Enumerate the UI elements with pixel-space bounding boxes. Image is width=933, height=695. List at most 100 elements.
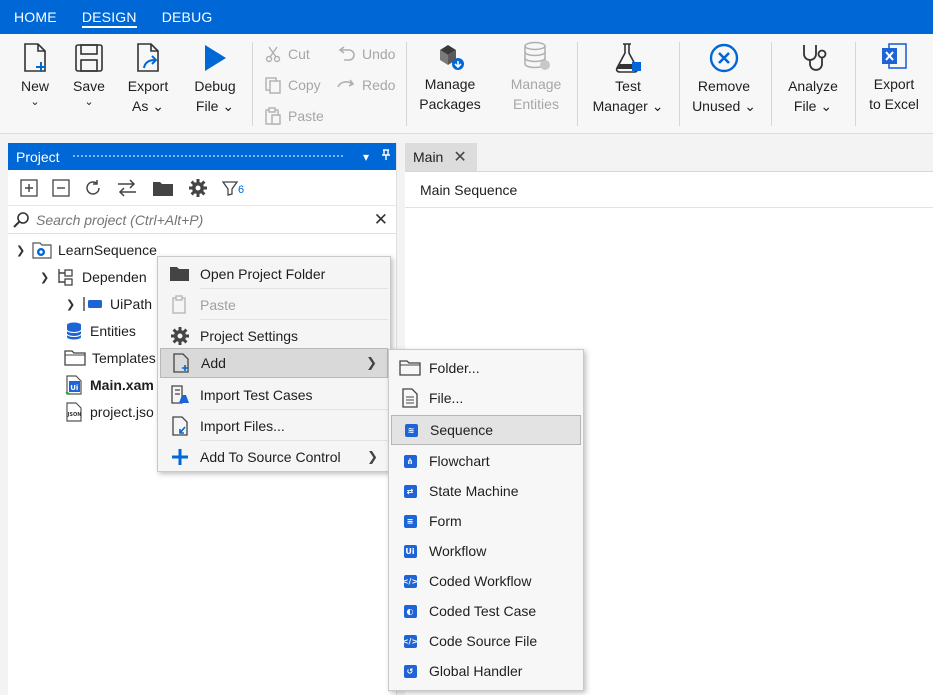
menu-item-project-settings[interactable]: Project Settings [160,321,388,351]
chevron-down-icon[interactable]: ❯ [40,271,56,284]
coded-test-icon: ◐ [391,604,429,618]
folder-icon [391,360,429,376]
refresh-icon[interactable] [84,179,102,197]
submenu-item-state-machine[interactable]: ⇄ State Machine [391,476,581,506]
import-test-icon [160,385,200,405]
ribbon-separator [406,42,407,126]
export-as-button[interactable]: Export As ⌄ [122,40,174,116]
menu-item-open-project-folder[interactable]: Open Project Folder [160,259,388,289]
submenu-item-coded-test-case[interactable]: ◐ Coded Test Case [391,596,581,626]
menu-item-add[interactable]: Add ❯ [160,348,388,378]
tree-node-entities[interactable]: Entities [48,320,136,342]
clipboard-icon [160,295,200,315]
tree-node-templates[interactable]: Templates [48,347,156,369]
undo-icon [338,46,355,61]
svg-text:Ui: Ui [70,384,78,392]
export-icon [122,40,174,76]
copy-button[interactable]: Copy [264,74,321,96]
chevron-right-icon: ❯ [367,449,378,464]
analyze-file-button[interactable]: Analyze File ⌄ [780,40,846,116]
new-button[interactable]: New ⌄ [14,40,56,108]
submenu-item-workflow[interactable]: Ui Workflow [391,536,581,566]
tree-node-project-json[interactable]: JSON project.jso [48,401,154,423]
expand-all-icon[interactable] [20,178,38,197]
dependencies-icon [58,269,73,286]
package-icon [83,297,102,311]
manage-packages-button[interactable]: Manage Packages [416,38,484,114]
database-icon [66,322,82,340]
sync-icon[interactable] [116,178,138,197]
save-button[interactable]: Save ⌄ [68,40,110,108]
panel-title: Project [16,148,60,165]
paste-button[interactable]: Paste [264,105,324,127]
tree-node-root[interactable]: ❯ LearnSequence [16,239,157,261]
filter-button[interactable]: 6 [222,180,244,196]
remove-unused-button[interactable]: Remove Unused ⌄ [690,40,758,116]
add-file-icon [161,353,201,373]
chevron-down-icon[interactable]: ▾ [356,150,376,164]
tree-node-dependencies[interactable]: ❯ Dependen [40,266,147,288]
import-file-icon [160,416,200,436]
database-icon [502,38,570,74]
close-icon[interactable]: ✕ [374,210,388,230]
ribbon-separator [679,42,680,126]
menu-item-import-test-cases[interactable]: Import Test Cases [160,380,388,410]
save-icon [68,40,110,76]
manage-entities-button[interactable]: Manage Entities [502,38,570,114]
tab-main[interactable]: Main ✕ [405,143,477,171]
tab-home[interactable]: HOME [14,0,57,34]
filter-count: 6 [238,183,245,196]
submenu-item-file[interactable]: File... [391,383,581,413]
submenu-item-folder[interactable]: Folder... [391,353,581,383]
ribbon-separator [252,42,253,126]
debug-file-button[interactable]: Debug File ⌄ [188,40,242,116]
ribbon-separator [577,42,578,126]
folder-icon[interactable] [152,179,174,197]
filter-icon [222,180,238,196]
workflow-file-icon: Ui [65,375,82,395]
search-input[interactable] [36,211,374,228]
submenu-item-coded-workflow[interactable]: </> Coded Workflow [391,566,581,596]
collapse-all-icon[interactable] [52,178,70,197]
export-to-excel-button[interactable]: Export to Excel [862,38,926,114]
folder-open-icon [160,266,200,282]
code-icon: </> [401,574,419,588]
excel-icon [862,38,926,74]
packages-icon [416,38,484,74]
pin-icon[interactable] [376,149,396,164]
submenu-item-form[interactable]: ≡ Form [391,506,581,536]
menu-item-import-files[interactable]: Import Files... [160,411,388,441]
close-icon[interactable]: ✕ [453,147,466,167]
scissors-icon [265,46,281,63]
panel-drag-handle[interactable] [71,154,344,159]
ribbon: New ⌄ Save ⌄ Export As ⌄ Debug File ⌄ Cu… [0,34,933,134]
submenu-item-sequence[interactable]: ≋ Sequence [391,415,581,445]
tree-node-main[interactable]: Ui Main.xam [48,374,154,396]
redo-button[interactable]: Redo [336,74,395,96]
tree-node-uipath[interactable]: ❯ UiPath [66,293,152,315]
submenu-item-flowchart[interactable]: ⋔ Flowchart [391,446,581,476]
tab-debug[interactable]: DEBUG [162,0,213,34]
submenu-item-global-handler[interactable]: ↺ Global Handler [391,656,581,686]
gear-icon[interactable] [188,178,208,198]
state-machine-icon: ⇄ [391,484,429,498]
stethoscope-icon [780,40,846,76]
chevron-right-icon[interactable]: ❯ [66,298,82,311]
search-icon [13,211,29,228]
flask-icon [588,40,668,76]
project-toolbar: 6 [8,170,396,206]
add-submenu: Folder... File... ≋ Sequence ⋔ Flowchart… [388,349,584,691]
submenu-item-code-source-file[interactable]: </> Code Source File [391,626,581,656]
new-file-icon [14,40,56,76]
ribbon-separator [771,42,772,126]
menu-item-add-to-source-control[interactable]: Add To Source Control ❯ [160,442,388,472]
menu-item-paste[interactable]: Paste [160,290,388,320]
gear-icon [160,326,200,346]
cut-button[interactable]: Cut [264,43,310,65]
breadcrumb: Main Sequence [405,172,933,208]
chevron-down-icon[interactable]: ❯ [16,244,32,257]
tab-design[interactable]: DESIGN [81,0,137,34]
json-file-icon: JSON [66,402,82,422]
test-manager-button[interactable]: Test Manager ⌄ [588,40,668,116]
undo-button[interactable]: Undo [336,43,395,65]
